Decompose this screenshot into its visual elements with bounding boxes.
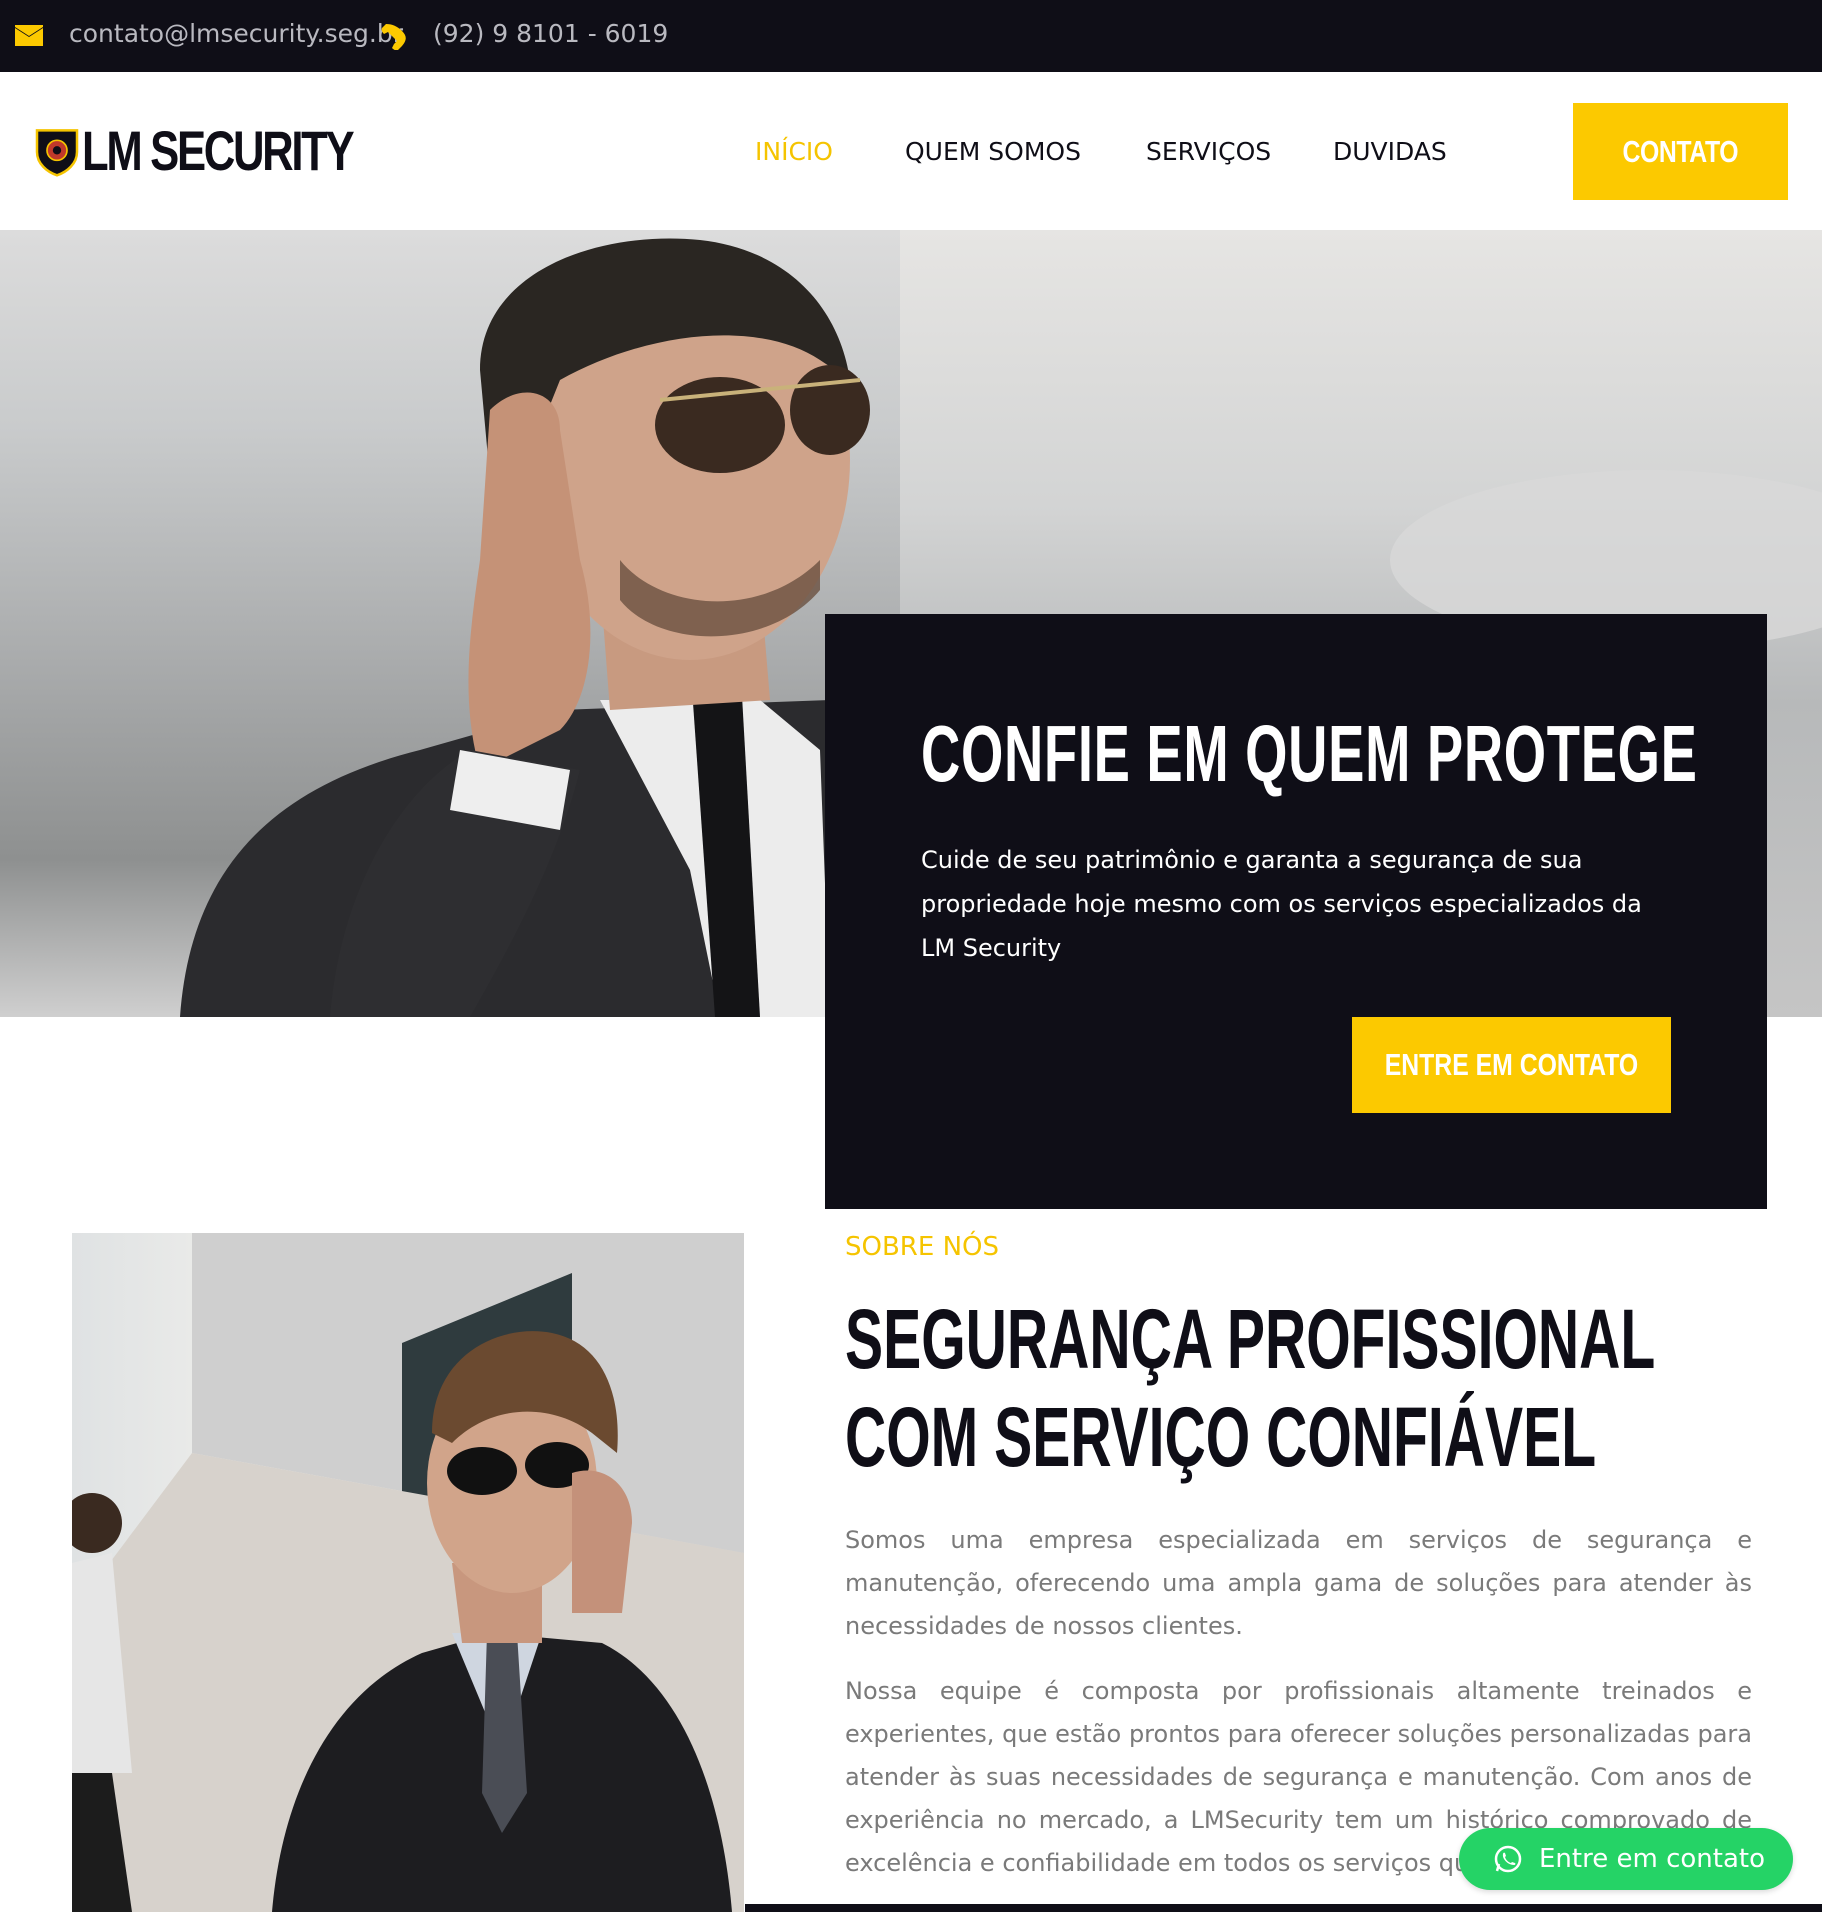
logo-shield-icon[interactable] <box>32 122 82 182</box>
nav-quem-somos[interactable]: QUEM SOMOS <box>905 137 1081 166</box>
top-contact-bar: contato@lmsecurity.seg.br (92) 9 8101 - … <box>0 0 1822 72</box>
whatsapp-contact-button[interactable]: Entre em contato <box>1459 1828 1793 1890</box>
header-contact-label: CONTATO <box>1622 133 1739 169</box>
phone-icon <box>381 24 406 50</box>
nav-inicio[interactable]: INÍCIO <box>755 137 833 166</box>
envelope-icon <box>15 25 43 46</box>
hero-title: CONFIE EM QUEM PROTEGE <box>921 709 1698 798</box>
hero-description: Cuide de seu patrimônio e garanta a segu… <box>921 846 1642 962</box>
hero-contact-button[interactable]: ENTRE EM CONTATO <box>1352 1017 1671 1113</box>
logo-text[interactable]: LM SECURITY <box>82 118 355 183</box>
about-photo <box>72 1233 744 1912</box>
about-title: SEGURANÇA PROFISSIONAL COM SERVIÇO CONFI… <box>845 1292 1655 1484</box>
about-kicker: SOBRE NÓS <box>845 1232 999 1262</box>
guard-photo-illustration <box>72 1233 744 1912</box>
header-contact-button[interactable]: CONTATO <box>1573 103 1788 200</box>
whatsapp-icon <box>1494 1845 1522 1873</box>
topbar-phone[interactable]: (92) 9 8101 - 6019 <box>433 19 668 48</box>
hero-contact-label: ENTRE EM CONTATO <box>1384 1047 1639 1082</box>
nav-servicos[interactable]: SERVIÇOS <box>1146 137 1271 166</box>
nav-duvidas[interactable]: DUVIDAS <box>1333 137 1447 166</box>
section-divider <box>745 1904 1822 1912</box>
whatsapp-label: Entre em contato <box>1539 1844 1765 1874</box>
about-paragraph-1: Somos uma empresa especializada em servi… <box>845 1526 1752 1640</box>
topbar-email[interactable]: contato@lmsecurity.seg.br <box>69 19 403 48</box>
